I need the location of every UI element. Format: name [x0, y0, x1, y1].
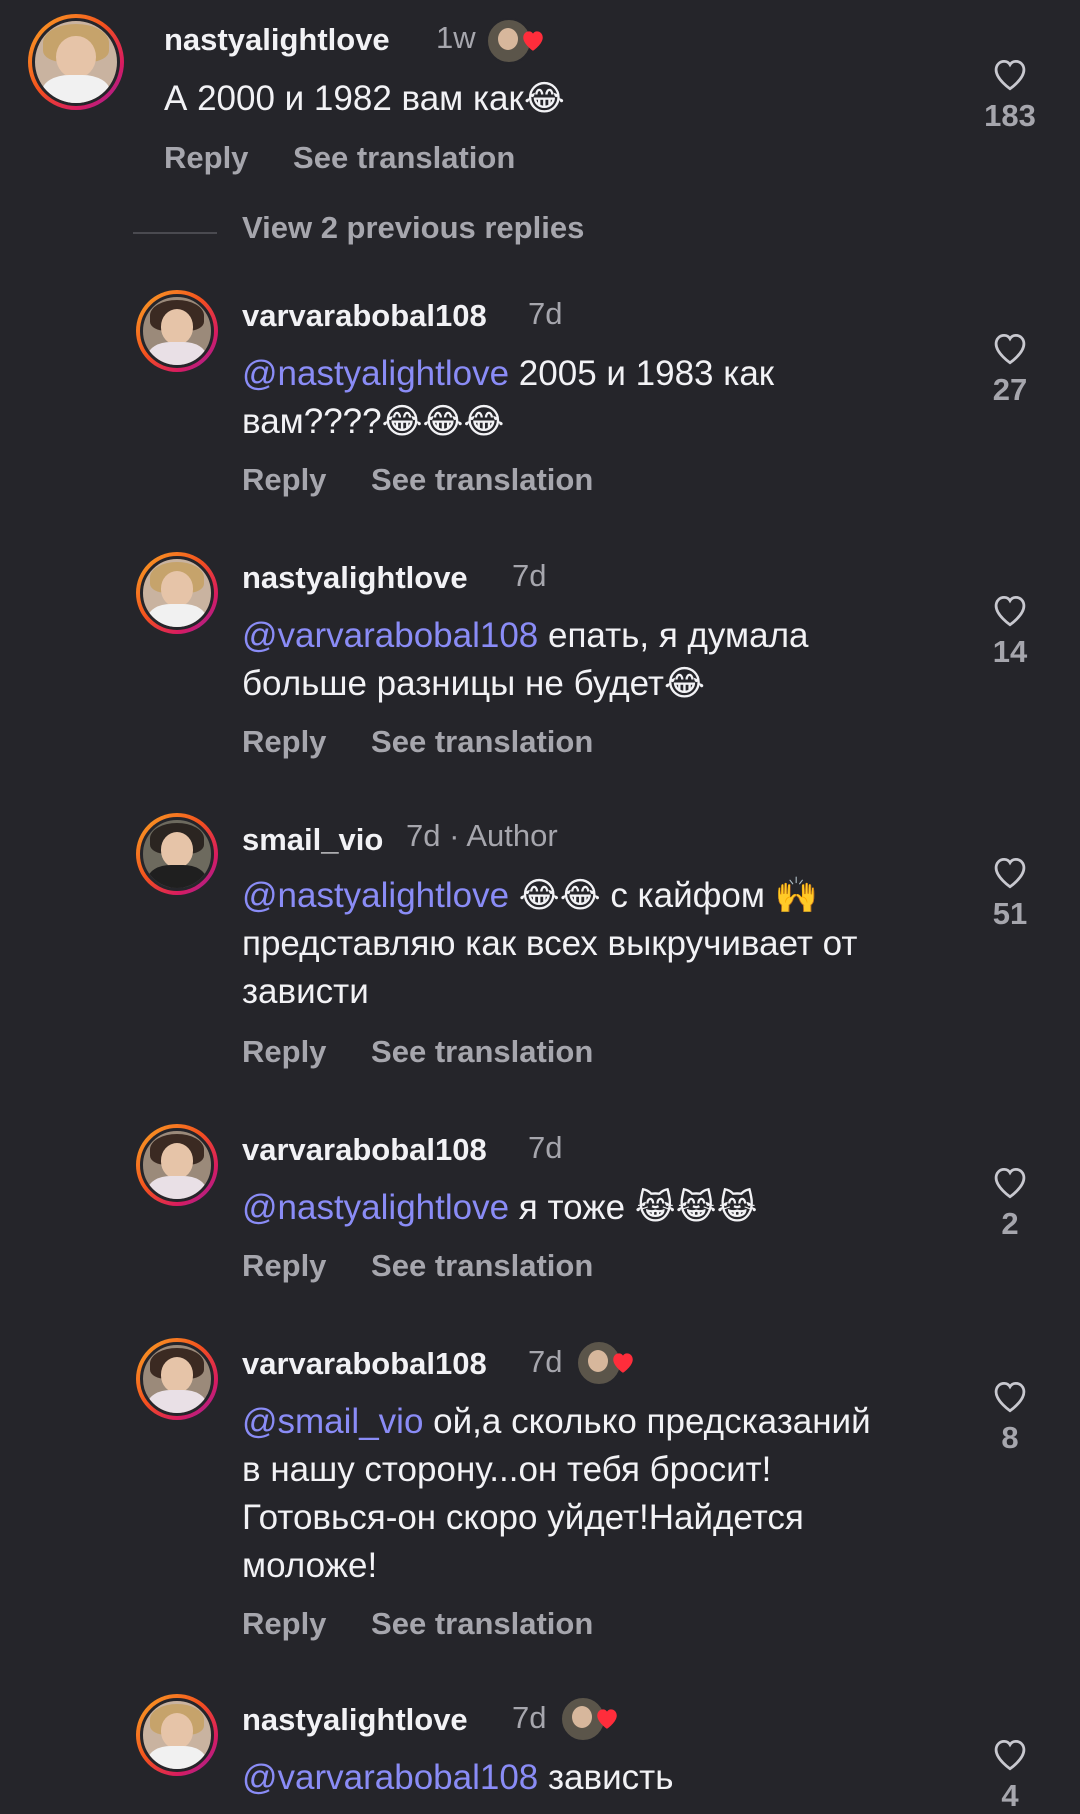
avatar[interactable]	[136, 1694, 218, 1776]
heart-filled-icon	[597, 1709, 617, 1729]
comment-text: @nastyalightlove 😂😂 с кайфом 🙌 представл…	[242, 876, 858, 1011]
comment-text: @nastyalightlove 2005 и 1983 как вам????…	[242, 354, 775, 441]
comment-time: 7d	[528, 1130, 563, 1165]
heart-filled-icon	[523, 31, 543, 51]
see-translation-button[interactable]: See translation	[371, 1248, 593, 1283]
like-count: 4	[1001, 1778, 1019, 1813]
mention-link[interactable]: @varvarabobal108	[242, 616, 538, 655]
like-button[interactable]: 8	[970, 1378, 1050, 1456]
reply-button[interactable]: Reply	[242, 1034, 326, 1069]
comment-time: 7d	[512, 558, 547, 593]
like-count: 2	[1001, 1206, 1019, 1241]
like-count: 183	[984, 98, 1036, 133]
comment-text: @nastyalightlove я тоже 😹😹😹	[242, 1188, 758, 1227]
heart-filled-icon	[613, 1353, 633, 1373]
like-button[interactable]: 183	[970, 56, 1050, 134]
see-translation-button[interactable]: See translation	[371, 1034, 593, 1069]
comment-username[interactable]: nastyalightlove	[242, 1702, 468, 1738]
like-button[interactable]: 27	[970, 330, 1050, 408]
comment-text: @smail_vio ой,а сколько предсказаний в н…	[242, 1402, 871, 1585]
comment-username[interactable]: varvarabobal108	[242, 1346, 487, 1382]
comment-actions: Reply See translation	[242, 1606, 629, 1642]
mention-link[interactable]: @nastyalightlove	[242, 354, 509, 393]
mention-link[interactable]: @varvarabobal108	[242, 1758, 538, 1797]
comment-actions: Reply See translation	[242, 1034, 629, 1070]
comment-time: 7d	[512, 1700, 547, 1735]
heart-outline-icon	[994, 60, 1026, 91]
like-count: 27	[992, 372, 1028, 407]
reply-button[interactable]: Reply	[242, 462, 326, 497]
comment-username[interactable]: nastyalightlove	[164, 22, 390, 58]
see-translation-button[interactable]: See translation	[371, 462, 593, 497]
avatar[interactable]	[136, 552, 218, 634]
mention-link[interactable]: @nastyalightlove	[242, 876, 509, 915]
avatar[interactable]	[136, 813, 218, 895]
creator-liked-badge	[486, 16, 546, 64]
like-count: 51	[992, 896, 1028, 931]
mention-link[interactable]: @smail_vio	[242, 1402, 423, 1441]
reply-button[interactable]: Reply	[242, 1248, 326, 1283]
comment-username[interactable]: varvarabobal108	[242, 298, 487, 334]
avatar[interactable]	[28, 14, 124, 110]
see-translation-button[interactable]: See translation	[371, 724, 593, 759]
heart-outline-icon	[994, 858, 1026, 889]
comment-time: 7d	[528, 1344, 563, 1379]
comment-username[interactable]: smail_vio	[242, 822, 383, 858]
heart-outline-icon	[994, 334, 1026, 365]
comment-time: 1w	[436, 20, 476, 55]
reply-button[interactable]: Reply	[242, 724, 326, 759]
heart-outline-icon	[994, 1168, 1026, 1199]
see-translation-button[interactable]: See translation	[371, 1606, 593, 1641]
comment-username[interactable]: varvarabobal108	[242, 1132, 487, 1168]
avatar[interactable]	[136, 1124, 218, 1206]
mention-link[interactable]: @nastyalightlove	[242, 1188, 509, 1227]
heart-outline-icon	[994, 1382, 1026, 1413]
reply-button[interactable]: Reply	[242, 1606, 326, 1641]
comment-time: 7d · Author	[406, 818, 558, 853]
author-label: · Author	[449, 818, 558, 853]
comment-text: @varvarabobal108 зависть	[242, 1758, 674, 1797]
heart-outline-icon	[994, 1740, 1026, 1771]
comment-username[interactable]: nastyalightlove	[242, 560, 468, 596]
thread-line	[133, 232, 217, 234]
like-count: 14	[992, 634, 1028, 669]
reply-button[interactable]: Reply	[164, 140, 248, 175]
like-button[interactable]: 14	[970, 592, 1050, 670]
view-previous-label[interactable]: View 2 previous replies	[242, 210, 584, 246]
like-count: 8	[1001, 1420, 1019, 1455]
creator-liked-badge	[576, 1338, 636, 1386]
see-translation-button[interactable]: See translation	[293, 140, 515, 175]
creator-liked-badge	[560, 1694, 620, 1742]
comment-actions: Reply See translation	[242, 724, 629, 760]
comment-actions: Reply See translation	[164, 140, 551, 176]
like-button[interactable]: 2	[970, 1164, 1050, 1242]
comment-time: 7d	[528, 296, 563, 331]
avatar[interactable]	[136, 290, 218, 372]
like-button[interactable]: 4	[970, 1736, 1050, 1814]
comment-text: А 2000 и 1982 вам как😂	[164, 79, 565, 118]
comment-text: @varvarabobal108 епать, я думала больше …	[242, 616, 809, 703]
comment-actions: Reply See translation	[242, 1248, 629, 1284]
like-button[interactable]: 51	[970, 854, 1050, 932]
comment-actions: Reply See translation	[242, 462, 629, 498]
avatar[interactable]	[136, 1338, 218, 1420]
heart-outline-icon	[994, 596, 1026, 627]
